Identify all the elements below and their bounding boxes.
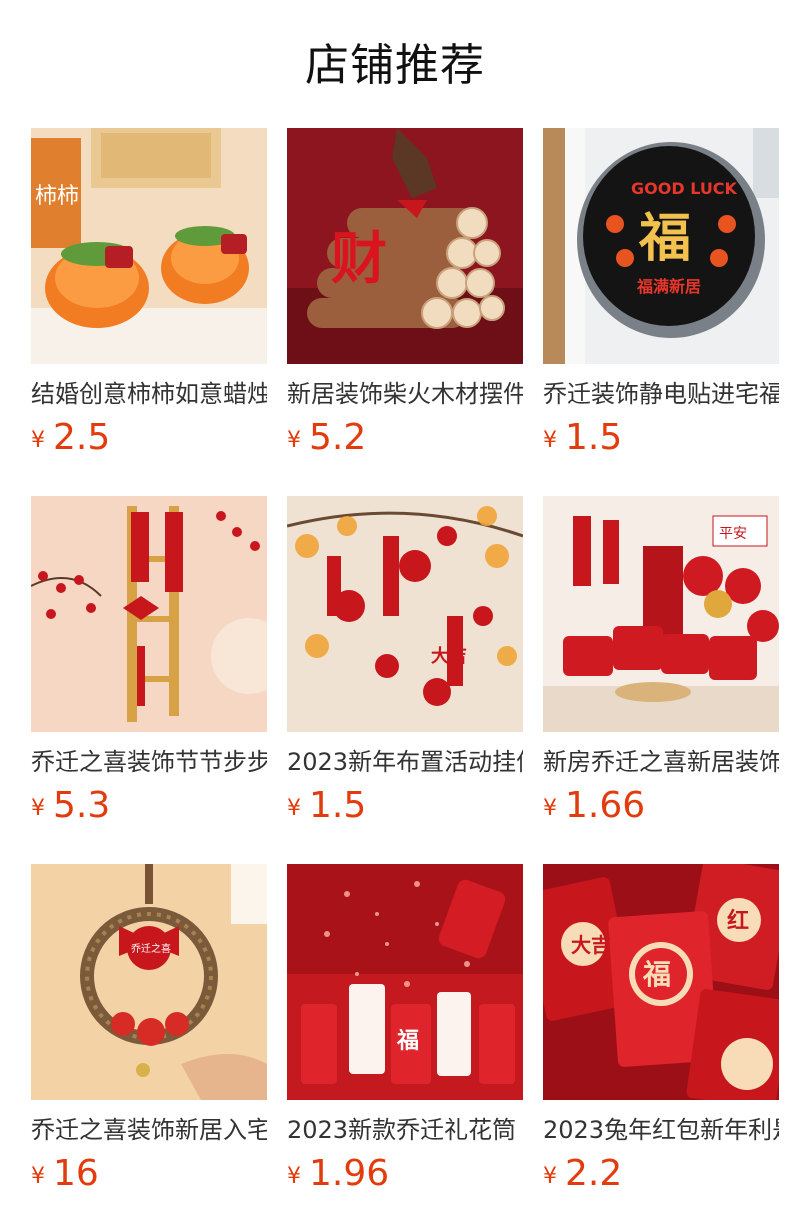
product-image: 大吉 — [287, 496, 523, 732]
currency-symbol: ¥ — [543, 796, 557, 821]
price-value: 1.66 — [565, 785, 646, 826]
product-name: 新居装饰柴火木材摆件 — [287, 380, 523, 408]
product-price: ¥2.2 — [543, 1152, 622, 1196]
persimmon-candles-image: 柿柿 — [31, 128, 267, 364]
product-price: ¥1.5 — [287, 784, 366, 828]
product-name: 2023新款乔迁礼花筒 — [287, 1116, 517, 1144]
currency-symbol: ¥ — [31, 1164, 45, 1189]
svg-text:财: 财 — [331, 227, 387, 292]
price-value: 1.5 — [309, 785, 367, 826]
currency-symbol: ¥ — [31, 796, 45, 821]
product-name: 2023兔年红包新年利是 — [543, 1116, 779, 1144]
price-value: 2.5 — [53, 417, 111, 458]
product-price: ¥16 — [31, 1152, 99, 1196]
product-card[interactable]: 福 大吉 红 2023兔年红包新年利是 ¥2.2 — [543, 864, 779, 1194]
product-image — [31, 496, 267, 732]
price-value: 2.2 — [565, 1153, 623, 1194]
section-title: 店铺推荐 — [305, 40, 485, 91]
product-name: 乔迁之喜装饰新居入宅 — [31, 1116, 267, 1144]
good-luck-sticker-image: GOOD LUCK 福 福满新居 — [543, 128, 779, 364]
product-price: ¥1.5 — [543, 416, 622, 460]
product-image: 福 — [287, 864, 523, 1100]
product-price: ¥2.5 — [31, 416, 110, 460]
housewarming-set-image: 平安 — [543, 496, 779, 732]
svg-text:大吉: 大吉 — [431, 645, 467, 667]
svg-text:福满新居: 福满新居 — [636, 277, 701, 296]
product-card[interactable]: 乔迁之喜 乔迁之喜装饰新居入宅 ¥16 — [31, 864, 267, 1194]
product-name: 结婚创意柿柿如意蜡烛 — [31, 380, 267, 408]
bamboo-ladder-image — [31, 496, 267, 732]
firewood-bundle-image: 财 — [287, 128, 523, 364]
product-price: ¥1.66 — [543, 784, 645, 828]
product-price: ¥1.96 — [287, 1152, 389, 1196]
hanging-ornaments-image: 大吉 — [287, 496, 523, 732]
currency-symbol: ¥ — [543, 1164, 557, 1189]
confetti-cannon-image: 福 — [287, 864, 523, 1100]
product-card[interactable]: 柿柿 结婚创意柿柿如意蜡烛 ¥2.5 — [31, 128, 267, 458]
product-name: 2023新年布置活动挂件 — [287, 748, 523, 776]
wreath-image: 乔迁之喜 — [31, 864, 267, 1100]
product-card[interactable]: GOOD LUCK 福 福满新居 乔迁装饰静电贴进宅福 ¥1.5 — [543, 128, 779, 458]
currency-symbol: ¥ — [287, 1164, 301, 1189]
price-value: 5.3 — [53, 785, 111, 826]
product-image: 财 — [287, 128, 523, 364]
product-price: ¥5.2 — [287, 416, 366, 460]
currency-symbol: ¥ — [287, 796, 301, 821]
price-value: 1.5 — [565, 417, 623, 458]
product-image: 柿柿 — [31, 128, 267, 364]
svg-text:乔迁之喜: 乔迁之喜 — [131, 942, 171, 955]
product-name: 乔迁装饰静电贴进宅福 — [543, 380, 779, 408]
svg-text:红: 红 — [727, 908, 749, 934]
product-card[interactable]: 财 新居装饰柴火木材摆件 ¥5.2 — [287, 128, 523, 458]
product-card[interactable]: 乔迁之喜装饰节节步步 ¥5.3 — [31, 496, 267, 826]
svg-text:福: 福 — [396, 1029, 419, 1054]
svg-text:GOOD LUCK: GOOD LUCK — [631, 179, 738, 198]
product-card[interactable]: 福 2023新款乔迁礼花筒 ¥1.96 — [287, 864, 523, 1194]
product-name: 新房乔迁之喜新居装饰 — [543, 748, 779, 776]
product-image: GOOD LUCK 福 福满新居 — [543, 128, 779, 364]
product-name: 乔迁之喜装饰节节步步 — [31, 748, 267, 776]
svg-text:柿柿: 柿柿 — [35, 184, 79, 209]
currency-symbol: ¥ — [543, 428, 557, 453]
currency-symbol: ¥ — [31, 428, 45, 453]
store-recommendations-page: 店铺推荐 柿柿 结婚创意柿柿如意蜡烛 ¥ 2.5 财 新居装饰柴火木材摆件 ¥ … — [0, 0, 790, 1232]
price-value: 1.96 — [309, 1153, 390, 1194]
price-value: 16 — [53, 1153, 99, 1194]
product-image: 乔迁之喜 — [31, 864, 267, 1100]
svg-text:大吉: 大吉 — [571, 933, 611, 957]
svg-text:福: 福 — [642, 958, 671, 991]
product-card[interactable]: 大吉 2023新年布置活动挂件 ¥1.5 — [287, 496, 523, 826]
product-price: ¥5.3 — [31, 784, 110, 828]
currency-symbol: ¥ — [287, 428, 301, 453]
price-value: 5.2 — [309, 417, 367, 458]
svg-text:福: 福 — [638, 209, 691, 269]
svg-text:平安: 平安 — [719, 526, 747, 542]
product-card[interactable]: 平安 新房乔迁之喜新居装饰 ¥1.66 — [543, 496, 779, 826]
product-image: 平安 — [543, 496, 779, 732]
red-envelopes-image: 福 大吉 红 — [543, 864, 779, 1100]
product-image: 福 大吉 红 — [543, 864, 779, 1100]
